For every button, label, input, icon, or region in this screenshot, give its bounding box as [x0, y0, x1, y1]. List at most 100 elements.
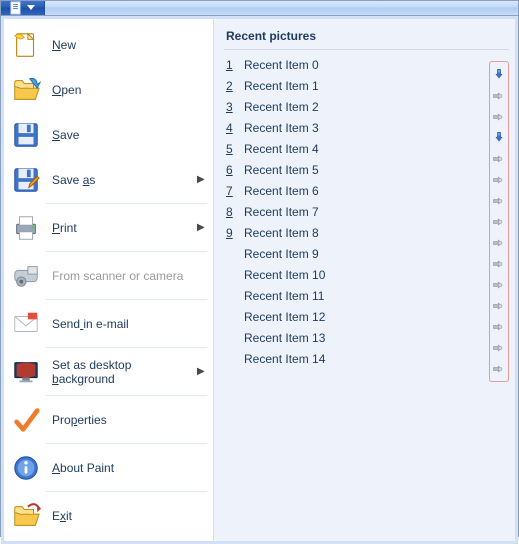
recent-item-label: Recent Item 7: [244, 205, 509, 219]
scanner-icon: [10, 260, 42, 292]
menu-item-open[interactable]: Open: [6, 67, 211, 112]
recent-item[interactable]: 3 Recent Item 2: [224, 96, 509, 117]
pin-column: [489, 61, 509, 382]
print-icon: [10, 212, 42, 244]
recent-item-accelerator: 9: [226, 226, 236, 240]
document-icon: [10, 1, 24, 15]
recent-item[interactable]: Recent Item 14: [224, 348, 509, 369]
open-icon: [10, 74, 42, 106]
menu-item-print[interactable]: Print▶: [6, 205, 211, 250]
info-icon: [10, 452, 42, 484]
recent-item-label: Recent Item 4: [244, 142, 509, 156]
exit-icon: [10, 500, 42, 532]
application-menu-popup: New Open Save Save as▶Print▶ From scanner or…: [0, 0, 519, 537]
recent-item-accelerator: 5: [226, 142, 236, 156]
menu-body: New Open Save Save as▶Print▶ From scanner or…: [1, 16, 518, 544]
pin-icon-unpinned[interactable]: [491, 255, 507, 272]
separator: [46, 395, 207, 396]
recent-item[interactable]: 9 Recent Item 8: [224, 222, 509, 243]
pin-icon-unpinned[interactable]: [491, 297, 507, 314]
menu-item-exit[interactable]: Exit: [6, 493, 211, 538]
separator: [46, 347, 207, 348]
new-doc-icon: [10, 29, 42, 61]
menu-item-saveas[interactable]: Save as▶: [6, 157, 211, 202]
check-icon: [10, 404, 42, 436]
pin-icon-unpinned[interactable]: [491, 108, 507, 125]
pin-icon-unpinned[interactable]: [491, 234, 507, 251]
submenu-arrow-icon: ▶: [197, 222, 205, 233]
recent-item[interactable]: 4 Recent Item 3: [224, 117, 509, 138]
menu-item-email[interactable]: Send in e-mail: [6, 301, 211, 346]
titlebar: [1, 1, 518, 16]
recent-item-label: Recent Item 8: [244, 226, 509, 240]
pin-icon-unpinned[interactable]: [491, 360, 507, 377]
recent-item[interactable]: 2 Recent Item 1: [224, 75, 509, 96]
recent-item[interactable]: 6 Recent Item 5: [224, 159, 509, 180]
recent-item-label: Recent Item 12: [244, 310, 509, 324]
separator: [46, 443, 207, 444]
separator: [46, 251, 207, 252]
menu-item-label: Open: [52, 83, 205, 97]
recent-item-label: Recent Item 14: [244, 352, 509, 366]
separator: [224, 49, 509, 50]
separator: [46, 491, 207, 492]
recent-item-accelerator: 4: [226, 121, 236, 135]
menu-item-label: New: [52, 38, 205, 52]
recent-item[interactable]: 8 Recent Item 7: [224, 201, 509, 222]
recent-pictures-pane: Recent pictures 1Recent Item 0 2 Recent It…: [214, 19, 515, 541]
pin-icon-pinned[interactable]: [491, 66, 507, 83]
separator: [46, 203, 207, 204]
recent-item-label: Recent Item 11: [244, 289, 509, 303]
recent-item-accelerator: 8: [226, 205, 236, 219]
recent-item-label: Recent Item 10: [244, 268, 509, 282]
recent-item-label: Recent Item 6: [244, 184, 509, 198]
menu-item-label: Set as desktop background: [52, 358, 187, 386]
pin-icon-unpinned[interactable]: [491, 318, 507, 335]
separator: [46, 299, 207, 300]
saveas-icon: [10, 164, 42, 196]
menu-item-label: From scanner or camera: [52, 269, 205, 283]
main-menu-list: New Open Save Save as▶Print▶ From scanner or…: [4, 19, 214, 541]
recent-item-label: Recent Item 3: [244, 121, 509, 135]
pin-icon-unpinned[interactable]: [491, 171, 507, 188]
recent-item-label: Recent Item 9: [244, 247, 509, 261]
recent-item[interactable]: Recent Item 13: [224, 327, 509, 348]
recent-item-accelerator: 3: [226, 100, 236, 114]
menu-item-about[interactable]: About Paint: [6, 445, 211, 490]
submenu-arrow-icon: ▶: [197, 366, 205, 377]
pin-icon-unpinned[interactable]: [491, 339, 507, 356]
recent-item[interactable]: 7 Recent Item 6: [224, 180, 509, 201]
menu-item-scanner: From scanner or camera: [6, 253, 211, 298]
pin-icon-pinned[interactable]: [491, 129, 507, 146]
recent-pictures-title: Recent pictures: [224, 25, 509, 49]
recent-item[interactable]: 1Recent Item 0: [224, 54, 509, 75]
menu-item-desktop[interactable]: Set as desktop background ▶: [6, 349, 211, 394]
application-menu-button[interactable]: [1, 1, 45, 15]
recent-item-label: Recent Item 5: [244, 163, 509, 177]
pin-icon-unpinned[interactable]: [491, 150, 507, 167]
recent-item-label: Recent Item 1: [244, 79, 509, 93]
pin-icon-unpinned[interactable]: [491, 213, 507, 230]
menu-item-label: About Paint: [52, 461, 205, 475]
menu-item-label: Save: [52, 128, 205, 142]
recent-item-label: Recent Item 2: [244, 100, 509, 114]
recent-item[interactable]: 5 Recent Item 4: [224, 138, 509, 159]
recent-item[interactable]: Recent Item 12: [224, 306, 509, 327]
recent-item-accelerator: 2: [226, 79, 236, 93]
pin-icon-unpinned[interactable]: [491, 192, 507, 209]
menu-item-new[interactable]: New: [6, 22, 211, 67]
email-icon: [10, 308, 42, 340]
pin-icon-unpinned[interactable]: [491, 276, 507, 293]
recent-item-accelerator: 7: [226, 184, 236, 198]
menu-item-label: Send in e-mail: [52, 317, 205, 331]
menu-item-save[interactable]: Save: [6, 112, 211, 157]
pin-icon-unpinned[interactable]: [491, 87, 507, 104]
recent-item-accelerator: 6: [226, 163, 236, 177]
recent-item-accelerator: 1: [226, 58, 236, 72]
menu-item-label: Properties: [52, 413, 205, 427]
recent-item[interactable]: Recent Item 11: [224, 285, 509, 306]
recent-list: 1Recent Item 02Recent Item 13Recent Item…: [224, 54, 509, 369]
recent-item[interactable]: Recent Item 9: [224, 243, 509, 264]
recent-item[interactable]: Recent Item 10: [224, 264, 509, 285]
menu-item-properties[interactable]: Properties: [6, 397, 211, 442]
